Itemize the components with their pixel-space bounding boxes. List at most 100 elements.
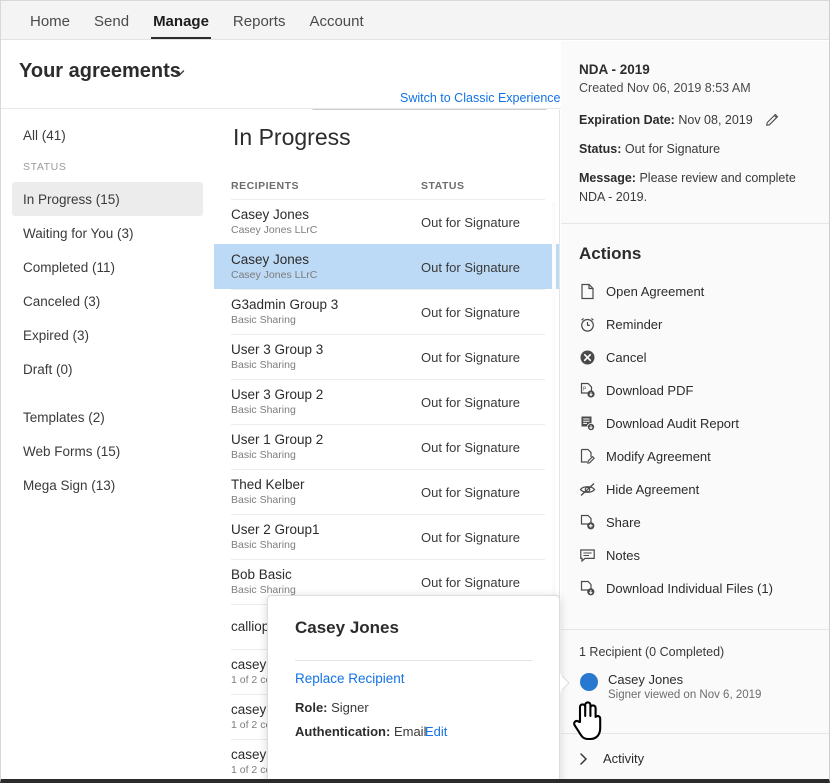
popup-role-value: Signer <box>331 700 369 715</box>
sidebar-item-web-forms[interactable]: Web Forms (15) <box>12 434 203 468</box>
row-recipient: Bob Basic Basic Sharing <box>231 567 421 597</box>
agreement-title: NDA - 2019 <box>579 62 650 77</box>
action-open-agreement[interactable]: Open Agreement <box>579 280 704 302</box>
popup-authentication: Authentication: Email <box>295 724 426 739</box>
sidebar-item-waiting-for-you[interactable]: Waiting for You (3) <box>12 216 203 250</box>
activity-divider <box>561 733 830 734</box>
action-download-audit-report[interactable]: Download Audit Report <box>579 412 739 434</box>
pencil-icon[interactable] <box>766 112 780 126</box>
page-title[interactable]: Your agreements <box>19 60 181 83</box>
action-label: Cancel <box>606 350 646 365</box>
action-label: Download PDF <box>606 383 693 398</box>
row-subtitle: Basic Sharing <box>231 493 421 507</box>
sidebar-item-expired[interactable]: Expired (3) <box>12 318 203 352</box>
app-window: Home Send Manage Reports Account Your ag… <box>0 0 830 783</box>
row-status: Out for Signature <box>421 350 520 365</box>
eye-off-icon <box>579 481 596 498</box>
download-files-icon <box>579 580 596 597</box>
recipient-popup: Casey Jones Replace Recipient Role: Sign… <box>267 595 560 783</box>
recipients-divider <box>561 629 830 630</box>
table-row[interactable]: Casey Jones Casey Jones LLrC Out for Sig… <box>214 244 559 289</box>
row-subtitle: Basic Sharing <box>231 313 421 327</box>
row-status: Out for Signature <box>421 530 520 545</box>
sidebar-item-in-progress[interactable]: In Progress (15) <box>12 182 203 216</box>
action-label: Download Audit Report <box>606 416 739 431</box>
row-status: Out for Signature <box>421 575 520 590</box>
row-name: Bob Basic <box>231 567 421 583</box>
activity-label: Activity <box>603 751 644 766</box>
row-recipient: User 1 Group 2 Basic Sharing <box>231 432 421 462</box>
actions-title: Actions <box>579 244 641 264</box>
sidebar-item-completed[interactable]: Completed (11) <box>12 250 203 284</box>
chevron-down-icon[interactable] <box>173 67 185 79</box>
action-reminder[interactable]: Reminder <box>579 313 662 335</box>
row-name: User 3 Group 2 <box>231 387 421 403</box>
row-subtitle: Casey Jones LLrC <box>231 223 421 237</box>
action-label: Notes <box>606 548 640 563</box>
modify-document-icon <box>579 448 596 465</box>
row-recipient: User 3 Group 2 Basic Sharing <box>231 387 421 417</box>
table-row[interactable]: User 3 Group 3 Basic Sharing Out for Sig… <box>231 334 545 379</box>
nav-item-manage[interactable]: Manage <box>141 13 221 39</box>
edit-authentication-link[interactable]: Edit <box>425 724 447 739</box>
nav-item-home[interactable]: Home <box>18 13 82 39</box>
table-row[interactable]: User 2 Group1 Basic Sharing Out for Sign… <box>231 514 545 559</box>
row-status: Out for Signature <box>421 260 520 275</box>
sidebar-section-status: STATUS <box>1 152 214 182</box>
agreement-message-row: Message: Please review and complete NDA … <box>579 169 818 207</box>
popup-role-label: Role: <box>295 700 328 715</box>
agreement-detail-panel: NDA - 2019 Created Nov 06, 2019 8:53 AM … <box>561 41 830 783</box>
table-row[interactable]: User 3 Group 2 Basic Sharing Out for Sig… <box>231 379 545 424</box>
row-name: User 2 Group1 <box>231 522 421 538</box>
popup-auth-label: Authentication: <box>295 724 390 739</box>
sidebar-item-canceled[interactable]: Canceled (3) <box>12 284 203 318</box>
action-download-pdf[interactable]: P Download PDF <box>579 379 693 401</box>
row-subtitle: Basic Sharing <box>231 403 421 417</box>
sidebar-item-all[interactable]: All (41) <box>12 118 203 152</box>
table-row[interactable]: User 1 Group 2 Basic Sharing Out for Sig… <box>231 424 545 469</box>
nav-item-reports[interactable]: Reports <box>221 13 298 39</box>
row-subtitle: Basic Sharing <box>231 538 421 552</box>
action-share[interactable]: Share <box>579 511 641 533</box>
row-recipient: Casey Jones Casey Jones LLrC <box>231 207 421 237</box>
column-header-status: STATUS <box>421 180 464 192</box>
alarm-clock-icon <box>579 316 596 333</box>
expiration-date-value: Nov 08, 2019 <box>678 113 752 127</box>
row-subtitle: Casey Jones LLrC <box>231 268 421 282</box>
activity-expander[interactable]: Activity <box>579 751 644 766</box>
action-label: Share <box>606 515 641 530</box>
row-subtitle: Basic Sharing <box>231 448 421 462</box>
table-row[interactable]: Thed Kelber Basic Sharing Out for Signat… <box>231 469 545 514</box>
action-hide-agreement[interactable]: Hide Agreement <box>579 478 699 500</box>
table-row[interactable]: Casey Jones Casey Jones LLrC Out for Sig… <box>231 199 545 244</box>
action-notes[interactable]: Notes <box>579 544 640 566</box>
download-audit-icon <box>579 415 596 432</box>
action-label: Download Individual Files (1) <box>606 581 773 596</box>
action-label: Reminder <box>606 317 662 332</box>
sidebar-item-draft[interactable]: Draft (0) <box>12 352 203 386</box>
switch-to-classic-link[interactable]: Switch to Classic Experience <box>400 91 560 105</box>
action-modify-agreement[interactable]: Modify Agreement <box>579 445 711 467</box>
action-label: Modify Agreement <box>606 449 711 464</box>
svg-text:P: P <box>583 386 587 392</box>
nav-item-send[interactable]: Send <box>82 13 141 39</box>
recipient-count: 1 Recipient (0 Completed) <box>579 645 724 659</box>
replace-recipient-link[interactable]: Replace Recipient <box>295 671 405 686</box>
status-label: Status: <box>579 142 621 156</box>
table-row[interactable]: G3admin Group 3 Basic Sharing Out for Si… <box>231 289 545 334</box>
nav-item-account[interactable]: Account <box>297 13 375 39</box>
action-cancel[interactable]: Cancel <box>579 346 646 368</box>
row-recipient: Thed Kelber Basic Sharing <box>231 477 421 507</box>
row-recipient: G3admin Group 3 Basic Sharing <box>231 297 421 327</box>
action-label: Hide Agreement <box>606 482 699 497</box>
recipient-status: Signer viewed on Nov 6, 2019 <box>608 689 761 701</box>
expiration-date-label: Expiration Date: <box>579 113 675 127</box>
sidebar-item-templates[interactable]: Templates (2) <box>12 400 203 434</box>
sidebar-item-mega-sign[interactable]: Mega Sign (13) <box>12 468 203 502</box>
popup-role: Role: Signer <box>295 700 369 715</box>
action-download-individual-files[interactable]: Download Individual Files (1) <box>579 577 773 599</box>
row-name: Casey Jones <box>231 252 421 268</box>
chevron-right-icon <box>579 752 589 766</box>
row-status: Out for Signature <box>421 395 520 410</box>
row-recipient: Casey Jones Casey Jones LLrC <box>231 252 421 282</box>
